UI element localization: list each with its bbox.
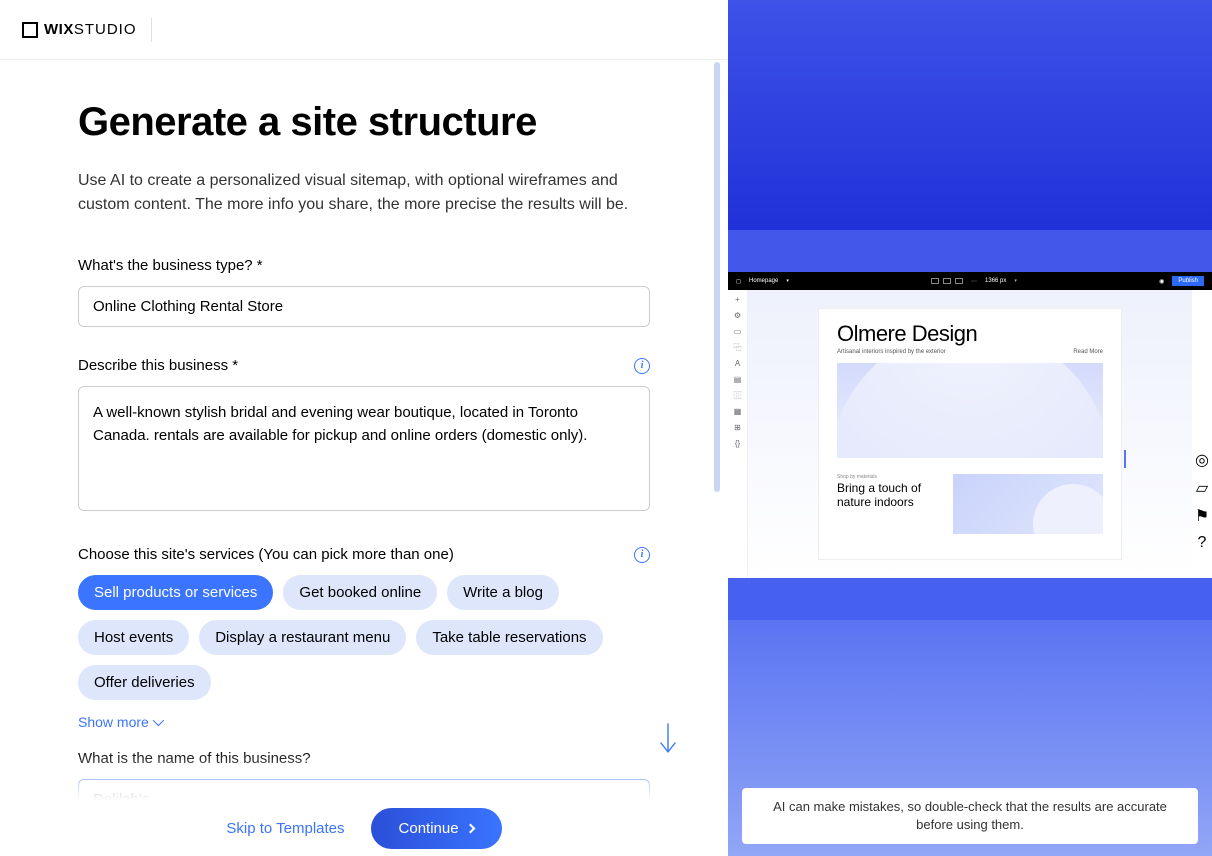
chip-offer-deliveries[interactable]: Offer deliveries xyxy=(78,665,211,700)
editor-left-sidebar: + ⚙ ▭ ⿻ A ▤ ⿲ ▦ ⊞ {} xyxy=(728,290,748,578)
editor-preview: ◻ Homepage ▾ ⋯ 1366 px ▾ ◉ Publish + xyxy=(728,272,1212,578)
preview-brand: Olmere Design xyxy=(837,321,1103,347)
preview-tagline: Artisanal interiors inspired by the exte… xyxy=(837,349,946,355)
logo-studio: STUDIO xyxy=(74,21,137,38)
share-icon: ⿲ xyxy=(734,392,742,400)
preview-eye-icon: ◉ xyxy=(1159,278,1164,285)
wix-studio-logo: WIXSTUDIO xyxy=(22,18,152,42)
ai-disclaimer: AI can make mistakes, so double-check th… xyxy=(742,788,1198,844)
chip-sell-products[interactable]: Sell products or services xyxy=(78,575,273,610)
business-type-label: What's the business type? * xyxy=(78,257,650,274)
gradient-mid xyxy=(728,578,1212,620)
page-title: Generate a site structure xyxy=(78,100,650,145)
mobile-icon xyxy=(955,278,963,284)
logo-wix: WIX xyxy=(44,21,74,38)
chevron-right-icon xyxy=(465,823,475,833)
editor-canvas: Olmere Design Artisanal interiors inspir… xyxy=(748,290,1192,578)
target-icon: ◎ xyxy=(1195,450,1209,470)
gradient-top xyxy=(728,0,1212,230)
image-icon: ▤ xyxy=(734,376,742,384)
desktop-icon xyxy=(931,278,939,284)
editor-page-name: Homepage xyxy=(749,278,778,284)
left-panel: WIXSTUDIO Generate a site structure Use … xyxy=(0,0,728,856)
service-chips: Sell products or services Get booked onl… xyxy=(78,575,650,700)
hero-image xyxy=(837,363,1103,458)
chip-get-booked[interactable]: Get booked online xyxy=(283,575,437,610)
logo-icon xyxy=(22,22,38,38)
info-icon[interactable]: i xyxy=(634,358,650,374)
viewport-size: 1366 px xyxy=(985,278,1006,284)
editor-logo-icon: ◻ xyxy=(736,278,741,285)
preview-read-more: Read More xyxy=(1073,349,1103,355)
footer-actions: Skip to Templates Continue xyxy=(0,800,728,856)
device-icons xyxy=(931,278,963,284)
settings-icon: ⚙ xyxy=(734,312,742,320)
info-icon[interactable]: i xyxy=(634,547,650,563)
chip-host-events[interactable]: Host events xyxy=(78,620,189,655)
canvas-page: Olmere Design Artisanal interiors inspir… xyxy=(818,308,1122,560)
chip-table-reservations[interactable]: Take table reservations xyxy=(416,620,602,655)
chip-restaurant-menu[interactable]: Display a restaurant menu xyxy=(199,620,406,655)
services-label: Choose this site's services (You can pic… xyxy=(78,546,650,563)
continue-button[interactable]: Continue xyxy=(371,808,502,849)
publish-button: Publish xyxy=(1172,276,1204,286)
business-name-label: What is the name of this business? xyxy=(78,750,650,767)
business-name-input[interactable] xyxy=(78,779,650,800)
editor-topbar: ◻ Homepage ▾ ⋯ 1366 px ▾ ◉ Publish xyxy=(728,272,1212,290)
header: WIXSTUDIO xyxy=(0,0,728,60)
editor-right-sidebar: ◎ ▱ ⚑ ? xyxy=(1192,290,1212,578)
comment-icon: ▱ xyxy=(1196,478,1208,498)
page-subtitle: Use AI to create a personalized visual s… xyxy=(78,169,650,217)
business-type-input[interactable] xyxy=(78,286,650,327)
tablet-icon xyxy=(943,278,951,284)
editor-body: + ⚙ ▭ ⿻ A ▤ ⿲ ▦ ⊞ {} Olmere Design xyxy=(728,290,1212,578)
section-label: Shop by materials xyxy=(837,474,943,480)
gradient-band xyxy=(728,230,1212,272)
code-icon: {} xyxy=(734,440,742,448)
chip-write-blog[interactable]: Write a blog xyxy=(447,575,559,610)
preview-panel: ◻ Homepage ▾ ⋯ 1366 px ▾ ◉ Publish + xyxy=(728,0,1212,856)
arrow-down-icon xyxy=(658,722,678,754)
form-container: Generate a site structure Use AI to crea… xyxy=(0,60,728,800)
layers-icon: ▦ xyxy=(734,408,742,416)
chevron-down-icon: ▾ xyxy=(786,278,789,284)
skip-to-templates-link[interactable]: Skip to Templates xyxy=(226,820,344,837)
describe-label: Describe this business * i xyxy=(78,357,650,374)
type-icon: A xyxy=(734,360,742,368)
plus-icon: + xyxy=(734,296,742,304)
describe-textarea[interactable]: A well-known stylish bridal and evening … xyxy=(78,386,650,511)
tree-icon: ⿻ xyxy=(734,344,742,352)
help-icon: ? xyxy=(1198,534,1207,552)
section-image xyxy=(953,474,1103,534)
grid-icon: ⊞ xyxy=(734,424,742,432)
flag-icon: ⚑ xyxy=(1195,506,1209,526)
page-icon: ▭ xyxy=(734,328,742,336)
resize-handle-right xyxy=(1124,450,1126,468)
section-heading: Bring a touch of nature indoors xyxy=(837,482,943,510)
show-more-link[interactable]: Show more xyxy=(78,714,161,730)
chevron-down-icon xyxy=(153,715,164,726)
